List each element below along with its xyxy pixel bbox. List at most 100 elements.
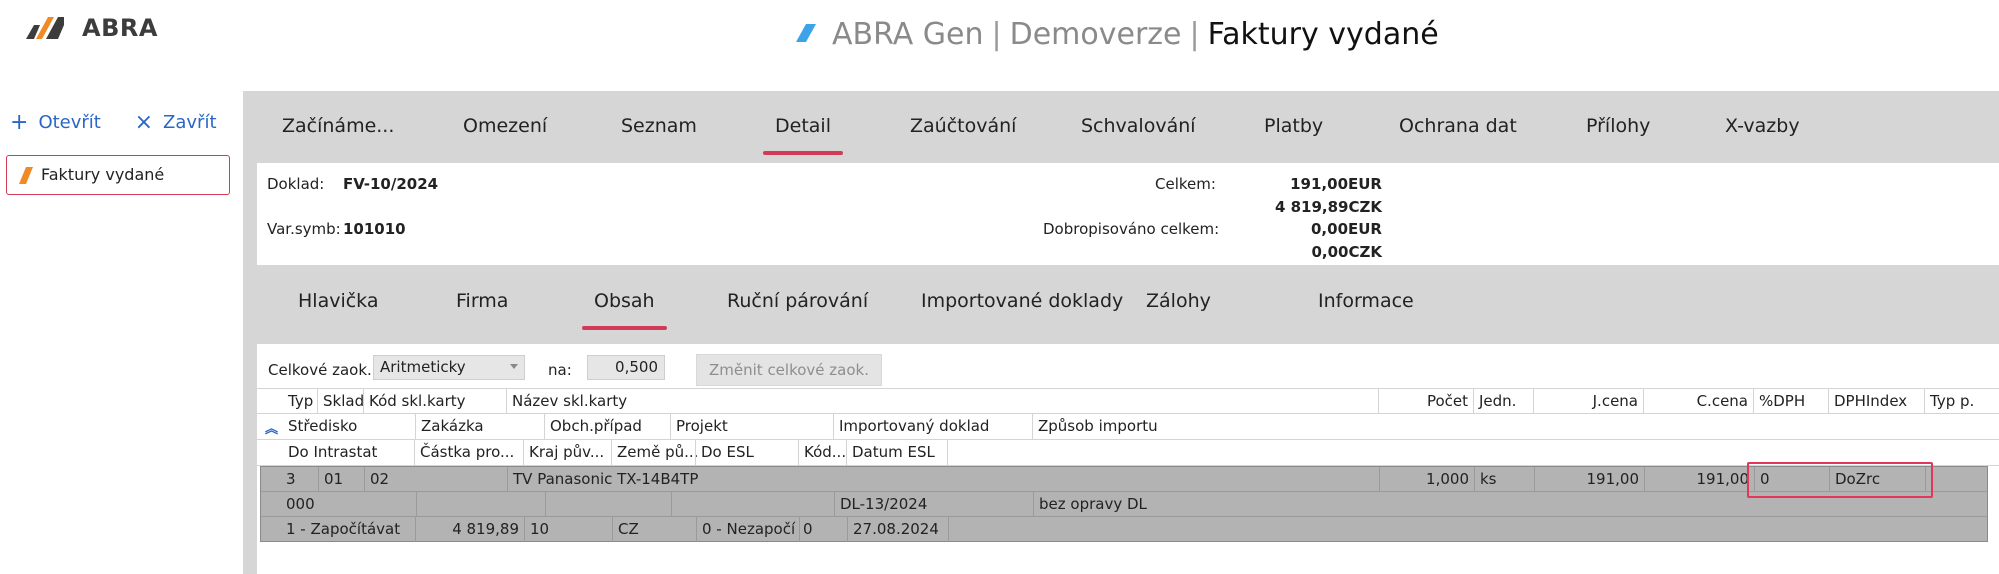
cell-castka-pro[interactable]: 4 819,89: [415, 520, 519, 538]
open-button[interactable]: + Otevřít: [10, 110, 101, 135]
doklad-value: FV-10/2024: [343, 175, 439, 193]
chevron-down-icon: [510, 364, 518, 369]
tab-firma[interactable]: Firma: [456, 290, 508, 312]
col-zpusob-importu[interactable]: Způsob importu: [1038, 417, 1158, 435]
row-line-2: 000 DL-13/2024 bez opravy DL: [261, 492, 1987, 517]
col-nazev-skl-karty[interactable]: Název skl.karty: [512, 392, 627, 410]
col-do-intrastat[interactable]: Do Intrastat: [288, 443, 377, 461]
row-line-3: 1 - Započítávat 4 819,89 10 CZ 0 - Nezap…: [261, 517, 1987, 542]
col-datum-esl[interactable]: Datum ESL: [852, 443, 935, 461]
tab-hlavicka[interactable]: Hlavička: [298, 290, 379, 312]
tab-obsah[interactable]: Obsah: [582, 290, 667, 330]
col-kod[interactable]: Kód...: [804, 443, 846, 461]
col-importovany-doklad[interactable]: Importovaný doklad: [839, 417, 989, 435]
close-button[interactable]: × Zavřít: [135, 110, 217, 135]
tab-informace[interactable]: Informace: [1318, 290, 1414, 312]
col-stredisko[interactable]: Středisko: [288, 417, 357, 435]
col-sklad[interactable]: Sklad: [323, 392, 364, 410]
col-dph-pct[interactable]: %DPH: [1759, 392, 1805, 410]
col-zeme-puvodu[interactable]: Země pů...: [617, 443, 698, 461]
cell-nazev-skl-karty[interactable]: TV Panasonic TX-14B4TP: [513, 470, 698, 488]
tab-omezeni[interactable]: Omezení: [463, 115, 547, 137]
cell-stredisko[interactable]: 000: [286, 495, 315, 513]
col-jedn[interactable]: Jedn.: [1479, 392, 1516, 410]
col-pocet[interactable]: Počet: [1383, 392, 1468, 410]
agenda-name: Faktury vydané: [1207, 17, 1439, 52]
open-document-item[interactable]: Faktury vydané: [6, 155, 230, 195]
rounding-value-field[interactable]: 0,500: [587, 355, 665, 380]
varsymb-value: 101010: [343, 220, 406, 238]
cell-do-esl[interactable]: 0 - Nezapočí: [702, 520, 795, 538]
cell-typ[interactable]: 3: [286, 470, 296, 488]
tab-seznam[interactable]: Seznam: [621, 115, 697, 137]
tab-importovane-doklady[interactable]: Importované doklady: [921, 290, 1123, 312]
logo-text: ABRA: [82, 14, 158, 42]
plus-icon: +: [10, 110, 29, 135]
celkem-label: Celkem:: [1155, 175, 1216, 193]
doklad-label: Doklad:: [267, 175, 325, 193]
dobrop-czk: 0,00CZK: [1311, 243, 1382, 261]
tab-zauctovani[interactable]: Zaúčtování: [910, 115, 1016, 137]
col-typ[interactable]: Typ: [288, 392, 313, 410]
cell-do-intrastat[interactable]: 1 - Započítávat: [286, 520, 400, 538]
cell-j-cena[interactable]: 191,00: [1540, 470, 1640, 488]
tab-ochrana-dat[interactable]: Ochrana dat: [1399, 115, 1517, 137]
edition-name: Demoverze: [1009, 17, 1182, 52]
col-kod-skl-karty[interactable]: Kód skl.karty: [369, 392, 466, 410]
cell-pocet[interactable]: 1,000: [1384, 470, 1469, 488]
app-window: ABRA ABRA Gen | Demoverze | Faktury vydané +…: [0, 0, 1999, 574]
tab-detail[interactable]: Detail: [763, 115, 843, 155]
col-projekt[interactable]: Projekt: [676, 417, 728, 435]
agenda-icon: [19, 167, 33, 184]
tab-schvalovani[interactable]: Schvalování: [1081, 115, 1196, 137]
col-obch-pripad[interactable]: Obch.případ: [550, 417, 642, 435]
col-do-esl[interactable]: Do ESL: [701, 443, 754, 461]
cell-kod-skl-karty[interactable]: 02: [370, 470, 389, 488]
tab-rucni-parovani[interactable]: Ruční párování: [727, 290, 868, 312]
col-typ-p[interactable]: Typ p.: [1930, 392, 1974, 410]
cell-kraj-puvodu[interactable]: 10: [530, 520, 549, 538]
rounding-method-select[interactable]: Aritmeticky: [373, 355, 525, 380]
open-label: Otevřít: [38, 112, 101, 133]
title-separator: |: [991, 17, 1002, 52]
close-icon: ×: [134, 110, 154, 135]
cell-zpusob-importu[interactable]: bez opravy DL: [1039, 495, 1147, 513]
col-c-cena[interactable]: C.cena: [1648, 392, 1748, 410]
change-rounding-button[interactable]: Změnit celkové zaok.: [696, 354, 882, 386]
col-j-cena[interactable]: J.cena: [1539, 392, 1638, 410]
col-castka-pro[interactable]: Částka pro...: [420, 443, 514, 461]
cell-sklad[interactable]: 01: [324, 470, 343, 488]
cell-c-cena[interactable]: 191,00: [1649, 470, 1750, 488]
col-dph-index[interactable]: DPHIndex: [1834, 392, 1907, 410]
sub-tabs: Hlavička Firma Obsah Ruční párování Impo…: [243, 266, 1999, 336]
dobrop-label: Dobropisováno celkem:: [1043, 220, 1220, 238]
tab-zaciname[interactable]: Začínáme...: [282, 115, 394, 137]
col-kraj-puvodu[interactable]: Kraj pův...: [529, 443, 604, 461]
cell-jedn[interactable]: ks: [1480, 470, 1497, 488]
tab-platby[interactable]: Platby: [1264, 115, 1323, 137]
main-panel: Začínáme... Omezení Seznam Detail Zaúčto…: [243, 91, 1999, 574]
grid-header-row-1: Typ Sklad Kód skl.karty Název skl.karty …: [257, 388, 1999, 414]
cell-kod[interactable]: 0: [803, 520, 813, 538]
tab-prilohy[interactable]: Přílohy: [1586, 115, 1650, 137]
rounding-method-value: Aritmeticky: [380, 358, 466, 376]
slash-logo-icon: [796, 24, 816, 42]
cell-zeme-puvodu[interactable]: CZ: [618, 520, 639, 538]
table-row[interactable]: 3 01 02 TV Panasonic TX-14B4TP 1,000 ks …: [260, 466, 1988, 542]
left-actions: + Otevřít × Zavřít: [10, 110, 245, 135]
content-grid-panel: Celkové zaok.: Aritmeticky na: 0,500 Změ…: [257, 344, 1999, 574]
open-document-label: Faktury vydané: [41, 165, 165, 184]
col-zakazka[interactable]: Zakázka: [421, 417, 484, 435]
cell-datum-esl[interactable]: 27.08.2024: [853, 520, 939, 538]
dobrop-eur: 0,00EUR: [1311, 220, 1382, 238]
celkem-czk: 4 819,89CZK: [1274, 198, 1382, 216]
chevron-up-icon[interactable]: ︽: [265, 418, 278, 437]
tab-zalohy[interactable]: Zálohy: [1146, 290, 1211, 312]
tab-x-vazby[interactable]: X-vazby: [1725, 115, 1800, 137]
cell-importovany-doklad[interactable]: DL-13/2024: [840, 495, 927, 513]
title-separator: |: [1189, 17, 1200, 52]
celkem-eur: 191,00EUR: [1290, 175, 1382, 193]
varsymb-label: Var.symb:: [267, 220, 341, 238]
na-label: na:: [548, 361, 572, 379]
close-label: Zavřít: [163, 112, 217, 133]
